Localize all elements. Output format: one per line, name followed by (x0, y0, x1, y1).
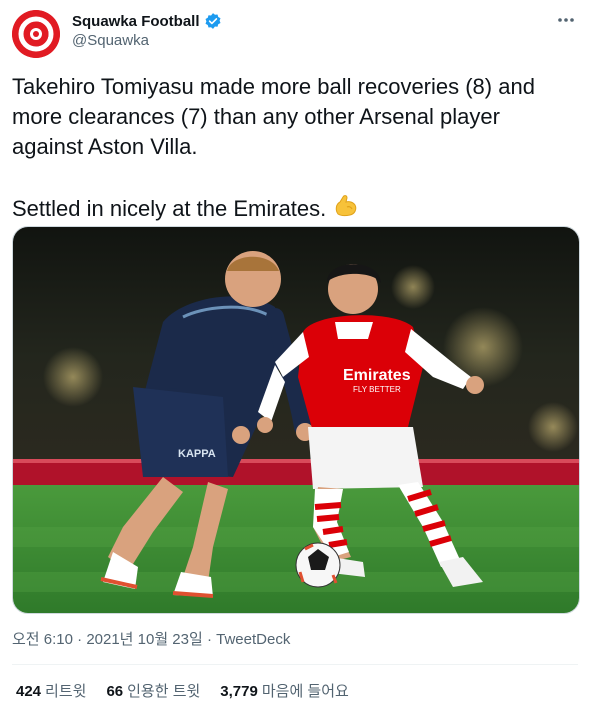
svg-text:KAPPA: KAPPA (178, 448, 216, 460)
likes-count: 3,779 (220, 683, 258, 700)
account-handle[interactable]: @Squawka (72, 32, 222, 49)
football-match-photo: KAPPA Emirates FLY BETTER (13, 227, 579, 613)
display-name[interactable]: Squawka Football (72, 13, 200, 30)
display-name-row[interactable]: Squawka Football (72, 12, 222, 30)
tweet-date[interactable]: 2021년 10월 23일 (86, 631, 202, 648)
tweet-paragraph-2: Settled in nicely at the Emirates. (12, 192, 572, 228)
tweet-header: Squawka Football @Squawka (12, 8, 578, 58)
squawka-logo-icon (12, 10, 60, 58)
likes-label: 마음에 들어요 (261, 683, 349, 700)
meta-separator-2: · (206, 631, 212, 648)
quotes-label: 인용한 트윗 (127, 683, 201, 700)
retweets-stat[interactable]: 424 리트윗 (16, 680, 86, 701)
likes-stat[interactable]: 3,779 마음에 들어요 (220, 680, 349, 701)
retweets-count: 424 (16, 683, 42, 700)
tweet-meta: 오전 6:10 · 2021년 10월 23일 · TweetDeck (12, 628, 290, 649)
football-ball (295, 542, 341, 588)
tweet-time[interactable]: 오전 6:10 (12, 631, 73, 648)
avatar[interactable] (12, 10, 60, 58)
verified-badge-icon (205, 13, 221, 29)
tweet-stats: 424 리트윗 66 인용한 트윗 3,779 마음에 들어요 (16, 680, 349, 701)
tweet-paragraph-1: Takehiro Tomiyasu made more ball recover… (12, 74, 535, 159)
shirt-sponsor-subtext: FLY BETTER (353, 385, 401, 394)
divider (12, 664, 578, 665)
flexed-biceps-icon (332, 192, 360, 228)
more-options-icon[interactable] (556, 10, 576, 35)
tweet-photo[interactable]: KAPPA Emirates FLY BETTER (12, 226, 580, 614)
meta-separator: · (77, 631, 83, 648)
shirt-sponsor-text: Emirates (343, 367, 411, 384)
quotes-count: 66 (106, 683, 124, 700)
tweet-paragraph-2-text: Settled in nicely at the Emirates. (12, 196, 327, 221)
retweets-label: 리트윗 (45, 683, 87, 700)
account-names[interactable]: Squawka Football @Squawka (72, 12, 222, 49)
tweet-text: Takehiro Tomiyasu made more ball recover… (12, 72, 572, 228)
tweet-source[interactable]: TweetDeck (216, 631, 290, 648)
quotes-stat[interactable]: 66 인용한 트윗 (106, 680, 200, 701)
